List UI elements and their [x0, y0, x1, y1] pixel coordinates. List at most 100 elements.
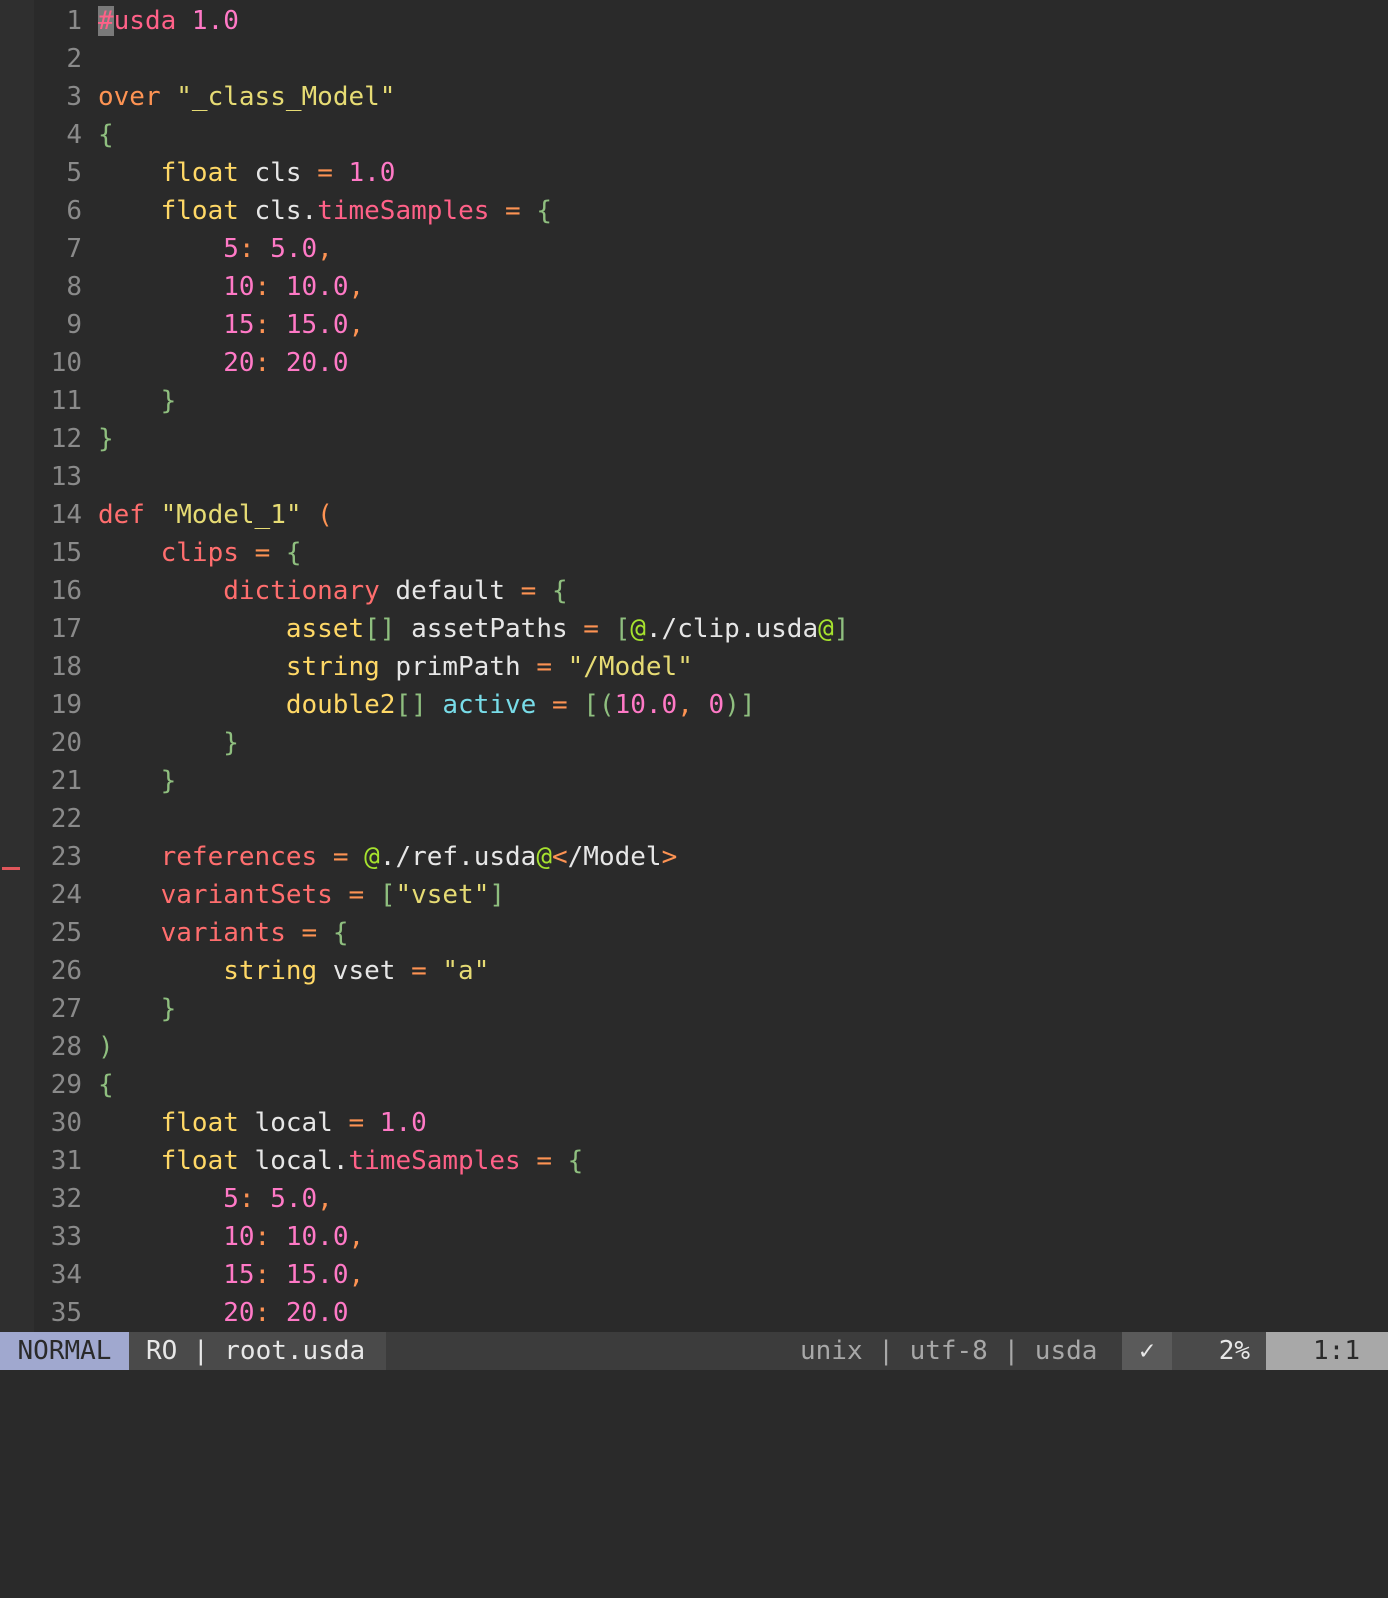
code-token: 10.0 — [270, 1222, 349, 1252]
code-text[interactable]: } — [98, 382, 177, 420]
line-number: 34 — [50, 1260, 82, 1290]
code-token: { — [551, 576, 568, 606]
code-text[interactable]: 20: 20.0 — [98, 1294, 348, 1332]
code-token: } — [223, 728, 239, 758]
code-token: 15 — [223, 310, 255, 340]
scroll-percent: 2% — [1172, 1332, 1266, 1370]
code-text[interactable]: { — [98, 116, 114, 154]
code-token: clips — [160, 538, 239, 568]
code-text[interactable]: 5: 5.0, — [98, 230, 333, 268]
code-text[interactable]: float cls.timeSamples = { — [98, 192, 552, 230]
mode-indicator: NORMAL — [0, 1332, 129, 1370]
code-text[interactable]: #usda 1.0 — [98, 2, 239, 40]
code-text[interactable]: } — [98, 762, 177, 800]
code-text[interactable]: 10: 10.0, — [98, 1218, 364, 1256]
code-text[interactable]: } — [98, 420, 114, 458]
code-token: ] — [833, 614, 850, 644]
code-text[interactable]: variants = { — [98, 914, 349, 952]
code-token: def — [98, 500, 145, 530]
code-text[interactable]: } — [98, 990, 177, 1028]
code-text[interactable]: ) — [98, 1028, 114, 1066]
code-token: timeSamples — [348, 1146, 521, 1176]
line-number: 8 — [66, 272, 82, 302]
code-token: = — [583, 614, 599, 644]
editor-pane[interactable]: 1 #usda 1.0 2 3 over "_class_Model" 4{5 float… — [0, 0, 1388, 1332]
code-text[interactable]: string primPath = "/Model" — [98, 648, 693, 686]
code-text[interactable]: 15: 15.0, — [98, 1256, 364, 1294]
code-token: 20.0 — [270, 1298, 349, 1328]
code-token: float — [160, 1146, 239, 1176]
code-text[interactable]: 10: 10.0, — [98, 268, 364, 306]
code-token: } — [98, 424, 114, 454]
code-text[interactable]: variantSets = ["vset"] — [98, 876, 505, 914]
code-text[interactable]: 15: 15.0, — [98, 306, 364, 344]
code-token: : — [254, 1260, 271, 1290]
line-number: 29 — [50, 1070, 82, 1100]
code-token: = — [551, 690, 568, 720]
line-number: 25 — [50, 918, 82, 948]
code-token: 0 — [708, 690, 725, 720]
code-token: { — [567, 1146, 584, 1176]
code-token: 1.0 — [332, 158, 396, 188]
code-token: variantSets — [160, 880, 333, 910]
code-token: local. — [238, 1146, 349, 1176]
line-number: 22 — [50, 804, 82, 834]
code-token: = — [411, 956, 427, 986]
line-number: 12 — [50, 424, 82, 454]
code-token: @ — [364, 842, 380, 872]
code-token: , — [317, 234, 333, 264]
code-token: 5.0 — [254, 1184, 318, 1214]
code-text[interactable]: float local.timeSamples = { — [98, 1142, 584, 1180]
code-token: @ — [536, 842, 552, 872]
file-format-info: unix | utf-8 | usda — [800, 1336, 1098, 1366]
code-text[interactable]: over "_class_Model" — [98, 78, 395, 116]
code-text[interactable]: } — [98, 724, 239, 762]
code-token: , — [348, 1260, 365, 1290]
code-token: ) — [98, 1032, 114, 1062]
code-text[interactable]: 5: 5.0, — [98, 1180, 333, 1218]
line-number: 23 — [50, 842, 82, 872]
code-text[interactable]: float local = 1.0 — [98, 1104, 427, 1142]
code-token: 5 — [223, 1184, 239, 1214]
code-token: : — [238, 1184, 255, 1214]
command-line[interactable] — [0, 1370, 1388, 1390]
code-text[interactable]: asset[] assetPaths = [@./clip.usda@] — [98, 610, 850, 648]
code-text[interactable]: dictionary default = { — [98, 572, 568, 610]
code-token: 10 — [223, 1222, 255, 1252]
code-text[interactable]: references = @./ref.usda@</Model> — [98, 838, 678, 876]
code-token: 10.0 — [614, 690, 678, 720]
code-token: = — [505, 196, 521, 226]
code-text[interactable]: float cls = 1.0 — [98, 154, 396, 192]
code-text[interactable]: string vset = "a" — [98, 952, 489, 990]
code-text[interactable]: clips = { — [98, 534, 302, 572]
code-token: variants — [160, 918, 286, 948]
sign-column — [0, 0, 34, 1332]
line-number: 11 — [50, 386, 82, 416]
code-token: usda — [113, 6, 177, 36]
code-text[interactable]: def "Model_1" ( — [98, 496, 333, 534]
code-text[interactable]: 20: 20.0 — [98, 344, 348, 382]
code-text[interactable]: { — [98, 1066, 114, 1104]
file-name: RO | root.usda — [129, 1332, 386, 1370]
code-token: 20 — [223, 348, 255, 378]
code-token: @ — [818, 614, 834, 644]
code-token: } — [160, 994, 177, 1024]
line-number: 2 — [66, 44, 82, 74]
code-token: = — [301, 918, 318, 948]
code-text[interactable]: double2[] active = [(10.0, 0)] — [98, 686, 756, 724]
